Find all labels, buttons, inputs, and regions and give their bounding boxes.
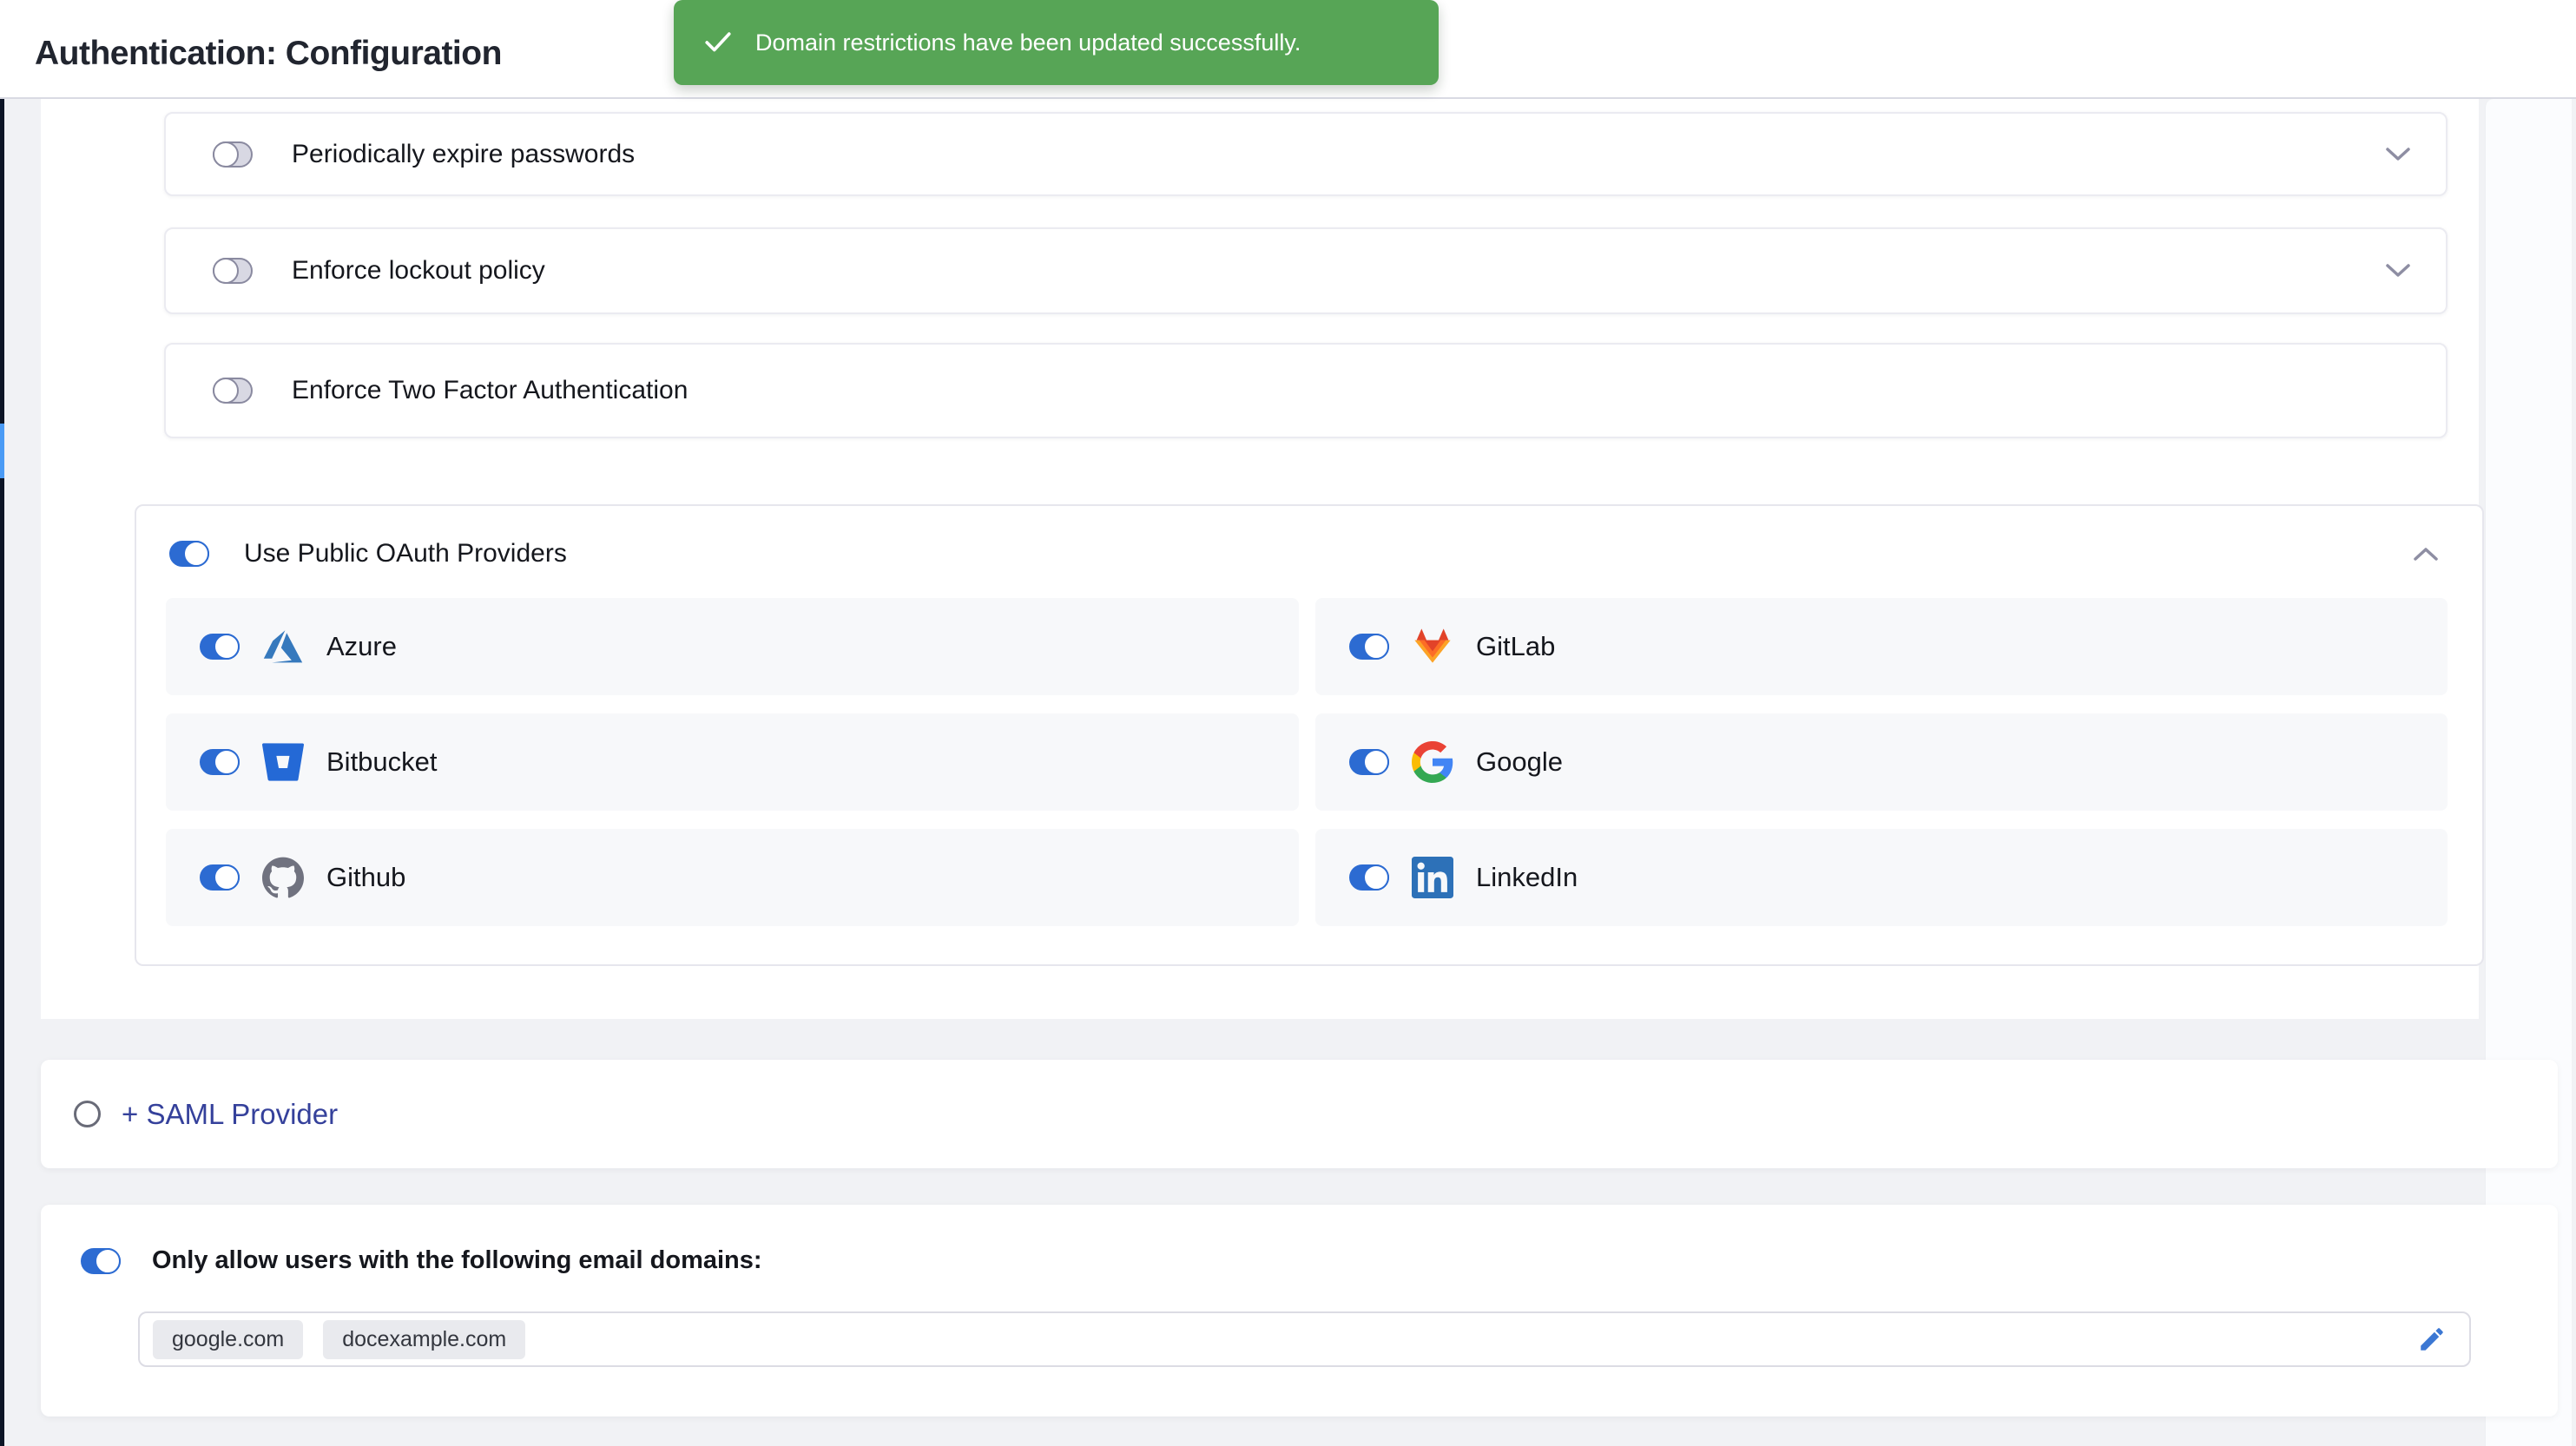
pencil-icon[interactable] bbox=[2417, 1324, 2447, 1354]
toggle-knob bbox=[1363, 864, 1389, 891]
toggle-knob bbox=[214, 749, 240, 775]
provider-row-gitlab: GitLab bbox=[1315, 598, 2448, 695]
add-saml-provider-label[interactable]: + SAML Provider bbox=[122, 1098, 338, 1131]
github-toggle[interactable] bbox=[200, 864, 240, 891]
sidebar-edge-strip bbox=[0, 99, 4, 1446]
provider-name: Github bbox=[326, 862, 405, 893]
toggle-knob bbox=[95, 1248, 121, 1274]
setting-label: Enforce Two Factor Authentication bbox=[292, 376, 688, 405]
provider-name: Azure bbox=[326, 631, 397, 662]
domain-chip: google.com bbox=[153, 1320, 303, 1359]
domain-tags-input[interactable]: google.com docexample.com bbox=[138, 1311, 2471, 1367]
toggle-knob bbox=[213, 258, 239, 284]
bitbucket-icon bbox=[262, 741, 304, 783]
lockout-policy-toggle[interactable] bbox=[213, 258, 253, 284]
add-saml-provider-card[interactable]: + SAML Provider bbox=[41, 1060, 2558, 1168]
toast-message: Domain restrictions have been updated su… bbox=[755, 30, 1301, 56]
email-domains-card: Only allow users with the following emai… bbox=[41, 1205, 2558, 1416]
azure-toggle[interactable] bbox=[200, 634, 240, 660]
linkedin-icon bbox=[1412, 857, 1453, 898]
toggle-knob bbox=[1363, 634, 1389, 660]
chevron-down-icon[interactable] bbox=[2385, 263, 2411, 279]
setting-label: Enforce lockout policy bbox=[292, 256, 545, 286]
bitbucket-toggle[interactable] bbox=[200, 749, 240, 775]
google-toggle[interactable] bbox=[1349, 749, 1389, 775]
setting-card-lockout-policy[interactable]: Enforce lockout policy bbox=[164, 227, 2448, 314]
toggle-knob bbox=[213, 378, 239, 404]
toggle-knob bbox=[214, 864, 240, 891]
provider-name: LinkedIn bbox=[1476, 862, 1578, 893]
email-domains-toggle[interactable] bbox=[81, 1248, 121, 1274]
chevron-down-icon[interactable] bbox=[2385, 147, 2411, 162]
email-domains-label: Only allow users with the following emai… bbox=[152, 1246, 762, 1275]
toggle-knob bbox=[183, 541, 209, 567]
provider-row-azure: Azure bbox=[166, 598, 1299, 695]
gitlab-icon bbox=[1412, 626, 1453, 667]
setting-label: Periodically expire passwords bbox=[292, 140, 635, 169]
oauth-providers-card: Use Public OAuth Providers Azure bbox=[135, 504, 2484, 966]
provider-row-linkedin: LinkedIn bbox=[1315, 829, 2448, 926]
expire-passwords-toggle[interactable] bbox=[213, 141, 253, 168]
setting-card-two-factor[interactable]: Enforce Two Factor Authentication bbox=[164, 343, 2448, 438]
provider-name: Bitbucket bbox=[326, 746, 438, 778]
oauth-label: Use Public OAuth Providers bbox=[244, 539, 567, 569]
oauth-master-toggle[interactable] bbox=[169, 541, 209, 567]
toggle-knob bbox=[213, 141, 239, 168]
chevron-up-icon[interactable] bbox=[2413, 546, 2439, 562]
setting-card-expire-passwords[interactable]: Periodically expire passwords bbox=[164, 112, 2448, 196]
provider-name: GitLab bbox=[1476, 631, 1555, 662]
sidebar-edge-active-indicator bbox=[0, 424, 4, 478]
provider-row-github: Github bbox=[166, 829, 1299, 926]
github-icon bbox=[262, 857, 304, 898]
authentication-configuration-page: Authentication: Configuration Domain res… bbox=[0, 0, 2576, 1446]
email-domains-header: Only allow users with the following emai… bbox=[81, 1246, 762, 1275]
provider-name: Google bbox=[1476, 746, 1563, 778]
provider-grid: Azure GitLab Bitbuck bbox=[166, 598, 2448, 926]
domain-chip: docexample.com bbox=[323, 1320, 525, 1359]
oauth-header[interactable]: Use Public OAuth Providers bbox=[169, 539, 2439, 569]
page-title: Authentication: Configuration bbox=[35, 35, 502, 73]
check-icon bbox=[703, 28, 733, 57]
toggle-knob bbox=[1363, 749, 1389, 775]
provider-row-google: Google bbox=[1315, 713, 2448, 811]
two-factor-toggle[interactable] bbox=[213, 378, 253, 404]
toggle-knob bbox=[214, 634, 240, 660]
gitlab-toggle[interactable] bbox=[1349, 634, 1389, 660]
provider-row-bitbucket: Bitbucket bbox=[166, 713, 1299, 811]
saml-radio[interactable] bbox=[74, 1101, 101, 1127]
azure-icon bbox=[262, 626, 304, 667]
linkedin-toggle[interactable] bbox=[1349, 864, 1389, 891]
success-toast: Domain restrictions have been updated su… bbox=[674, 0, 1439, 85]
google-icon bbox=[1412, 741, 1453, 783]
